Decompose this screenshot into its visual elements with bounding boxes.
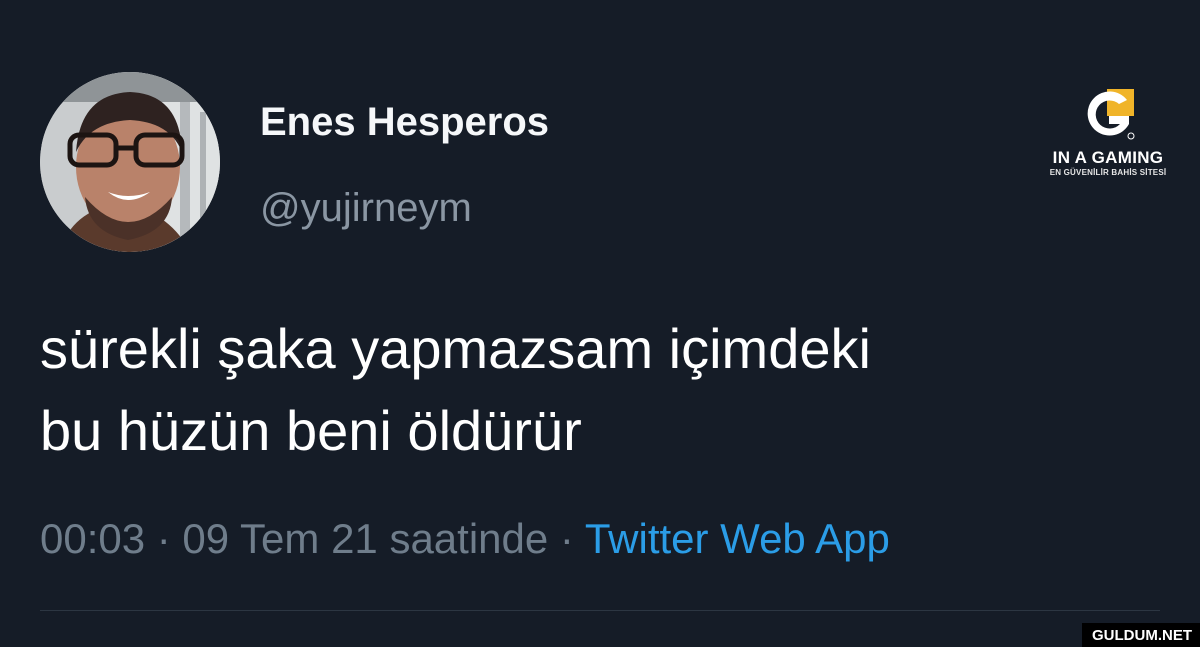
tweet-text-line: sürekli şaka yapmazsam içimdeki	[40, 317, 871, 380]
meta-separator: ·	[548, 515, 585, 562]
profile-photo	[40, 72, 220, 252]
display-name[interactable]: Enes Hesperos	[260, 100, 549, 145]
tweet-text: sürekli şaka yapmazsam içimdeki bu hüzün…	[40, 308, 1160, 472]
divider	[40, 610, 1160, 611]
user-handle[interactable]: @yujirneym	[260, 186, 472, 231]
brand-logo: IN A GAMING EN GÜVENİLİR BAHİS SİTESİ	[1030, 86, 1186, 177]
source-link[interactable]: Twitter Web App	[585, 515, 890, 562]
timestamp[interactable]: 00:03 · 09 Tem 21 saatinde	[40, 515, 548, 562]
brand-g-icon	[1087, 89, 1135, 140]
avatar[interactable]	[40, 72, 220, 252]
tweet-card: Enes Hesperos @yujirneym sürekli şaka ya…	[0, 0, 1200, 647]
site-watermark: GULDUM.NET	[1082, 623, 1200, 647]
tweet-meta: 00:03 · 09 Tem 21 saatinde · Twitter Web…	[40, 515, 890, 563]
tweet-text-line: bu hüzün beni öldürür	[40, 399, 582, 462]
brand-tagline: EN GÜVENİLİR BAHİS SİTESİ	[1049, 168, 1167, 177]
brand-name: IN A GAMING	[1052, 148, 1164, 167]
